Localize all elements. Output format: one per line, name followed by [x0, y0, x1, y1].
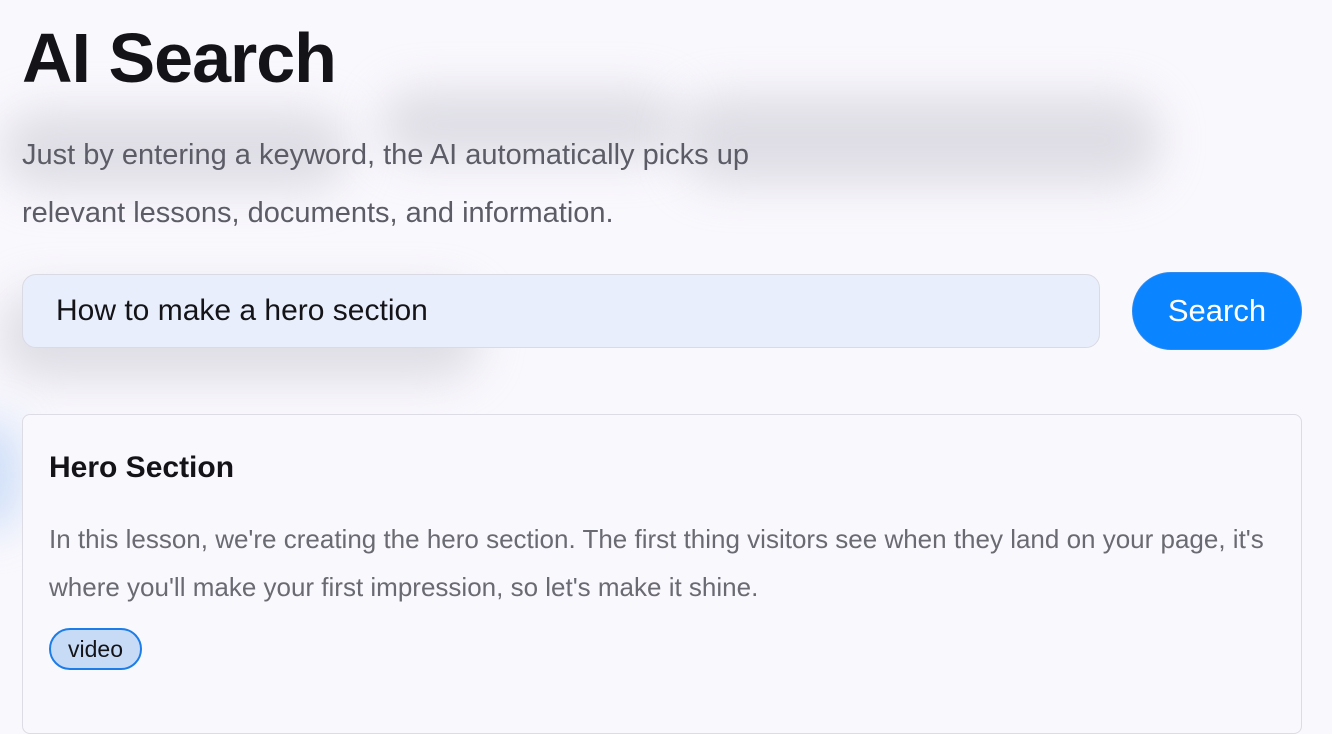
- result-description: In this lesson, we're creating the hero …: [49, 524, 1264, 602]
- result-tag-video[interactable]: video: [49, 628, 142, 670]
- page-title: AI Search: [22, 19, 337, 97]
- result-title[interactable]: Hero Section: [49, 451, 234, 485]
- search-button[interactable]: Search: [1132, 272, 1302, 350]
- result-card[interactable]: Hero Section In this lesson, we're creat…: [22, 414, 1302, 734]
- search-input[interactable]: [22, 274, 1100, 348]
- page-subtitle: Just by entering a keyword, the AI autom…: [22, 139, 749, 229]
